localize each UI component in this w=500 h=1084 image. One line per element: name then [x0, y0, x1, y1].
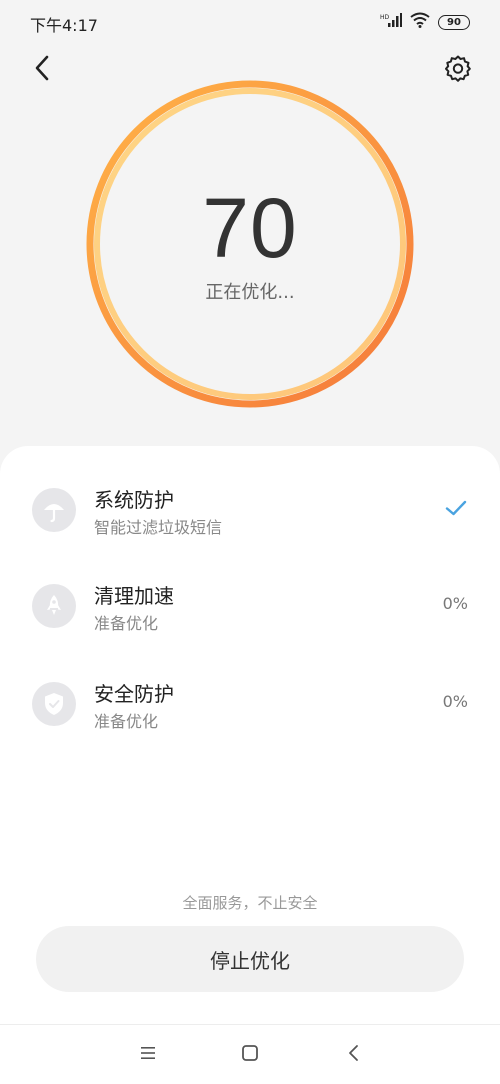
gear-icon: [444, 54, 472, 86]
progress-ring: 70 正在优化...: [84, 78, 416, 410]
back-button[interactable]: [26, 52, 58, 88]
back-arrow-icon: [33, 55, 51, 85]
menu-icon: [139, 1045, 157, 1065]
task-item-cleanup: 清理加速 准备优化 0%: [0, 566, 500, 646]
settings-button[interactable]: [440, 52, 476, 88]
task-subtitle: 准备优化: [94, 712, 159, 731]
hd-signal-icon: HD: [380, 12, 402, 32]
wifi-icon: [410, 12, 430, 32]
back-triangle-icon: [347, 1044, 361, 1066]
footer-note: 全面服务，不止安全: [182, 894, 318, 912]
menu-nav-button[interactable]: [136, 1043, 160, 1067]
home-nav-button[interactable]: [238, 1043, 262, 1067]
task-title: 安全防护: [94, 682, 174, 706]
task-title: 清理加速: [94, 584, 174, 608]
progress-status: 正在优化...: [205, 282, 295, 303]
task-item-system-protection: 系统防护 智能过滤垃圾短信: [0, 470, 500, 550]
umbrella-icon: [32, 488, 76, 532]
task-subtitle: 准备优化: [94, 614, 159, 633]
status-icons: HD 90: [380, 12, 470, 32]
status-bar: 下午4:17 HD 90: [0, 0, 500, 44]
shield-icon: [32, 682, 76, 726]
check-icon: [444, 496, 468, 520]
score-value: 70: [202, 181, 298, 275]
task-progress: 0%: [442, 594, 468, 613]
home-square-icon: [241, 1044, 259, 1066]
task-progress: 0%: [442, 692, 468, 711]
task-title: 系统防护: [94, 488, 174, 512]
back-nav-button[interactable]: [342, 1043, 366, 1067]
system-nav-bar: [0, 1024, 500, 1084]
stop-optimization-button[interactable]: 停止优化: [36, 926, 464, 992]
task-subtitle: 智能过滤垃圾短信: [94, 518, 223, 537]
battery-icon: 90: [438, 14, 470, 30]
status-time: 下午4:17: [30, 16, 98, 35]
task-item-security: 安全防护 准备优化 0%: [0, 664, 500, 744]
svg-text:HD: HD: [380, 14, 390, 21]
rocket-icon: [32, 584, 76, 628]
